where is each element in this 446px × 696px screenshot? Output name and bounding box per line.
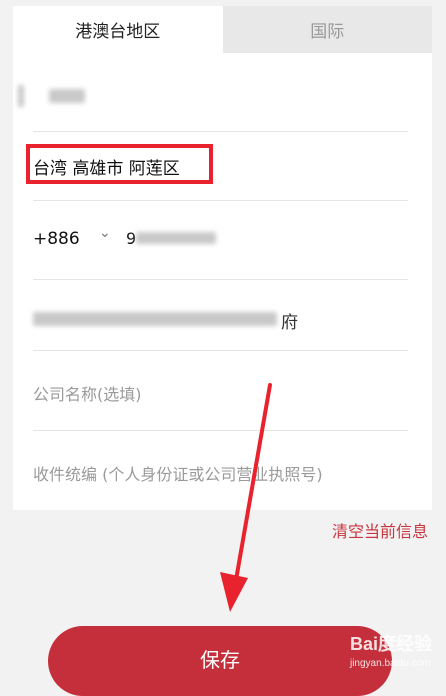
tax-id-field[interactable]: 收件统编 (个人身份证或公司营业执照号)	[33, 431, 408, 510]
blurred-address	[33, 312, 277, 326]
phone-number-prefix: 9	[126, 229, 137, 248]
tax-id-placeholder: 收件统编 (个人身份证或公司营业执照号)	[33, 465, 323, 484]
clear-info-link[interactable]: 清空当前信息	[332, 518, 428, 542]
save-button-label: 保存	[200, 648, 240, 672]
address-suffix: 府	[281, 313, 298, 333]
watermark-url: jingyan.baidu.com	[349, 658, 431, 669]
region-value: 台湾 高雄市 阿莲区	[33, 159, 180, 179]
blurred-name	[49, 89, 85, 103]
blurred-name-edge	[18, 85, 24, 107]
region-field[interactable]: 台湾 高雄市 阿莲区	[26, 132, 408, 201]
phone-code[interactable]: +886	[33, 229, 80, 249]
company-name-placeholder: 公司名称(选填)	[33, 385, 142, 404]
baidu-jingyan-watermark: Bai度经验 jingyan.baidu.com	[350, 630, 432, 669]
phone-field[interactable]: +886 ⌄ 9	[33, 201, 408, 280]
blurred-phone	[136, 232, 216, 244]
save-button[interactable]: 保存	[48, 626, 392, 696]
detail-address-field[interactable]: 府	[33, 280, 408, 351]
region-tabs: 港澳台地区 国际	[13, 6, 432, 53]
chevron-down-icon[interactable]: ⌄	[99, 225, 111, 241]
tab-hk-macau-taiwan[interactable]: 港澳台地区	[13, 6, 223, 53]
tab-international[interactable]: 国际	[222, 6, 432, 53]
address-form: 台湾 高雄市 阿莲区 +886 ⌄ 9 府 公司名称(选填) 收件统编 (个人身…	[13, 53, 432, 510]
company-name-field[interactable]: 公司名称(选填)	[33, 351, 408, 431]
watermark-logo: Bai度经验	[349, 634, 432, 654]
recipient-name-field[interactable]	[18, 53, 408, 132]
